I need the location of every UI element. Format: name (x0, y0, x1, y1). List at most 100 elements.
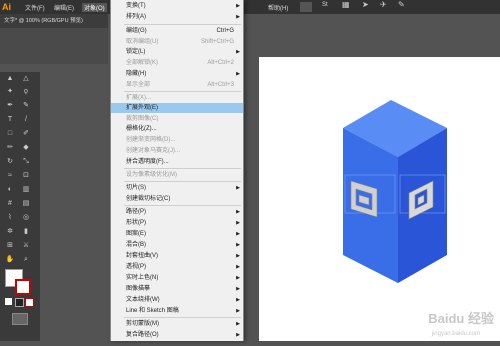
menu-item-text-wrap[interactable]: 文本绕排(W) ▶ (111, 295, 243, 305)
hand-tool-icon[interactable]: ✋ (5, 255, 15, 265)
menu-item-expand-appearance[interactable]: 扩展外观(E) (111, 103, 243, 113)
grid-icon[interactable]: ▦ (342, 0, 352, 10)
menu-item-live-paint[interactable]: 实时上色(N) ▶ (111, 273, 243, 283)
menu-item-rasterize[interactable]: 栅格化(Z)... (111, 124, 243, 134)
menu-item-show-all[interactable]: 显示全部 Alt+Ctrl+3 (111, 80, 243, 90)
gradient-icon[interactable]: ▤ (21, 199, 31, 209)
slice-icon[interactable]: ⚔ (21, 241, 31, 251)
submenu-arrow-icon: ▶ (236, 321, 240, 327)
magic-wand-icon[interactable]: ✦ (5, 87, 15, 97)
menu-item-crop-image[interactable]: 裁剪图像(C) (111, 114, 243, 124)
menu-object[interactable]: 对象(O) (82, 3, 107, 12)
shape-builder-icon[interactable]: ◐ (5, 185, 15, 195)
menu-item-perspective[interactable]: 透视(P) ▶ (111, 262, 243, 272)
st-icon[interactable]: St (322, 2, 336, 12)
menu-separator (124, 91, 241, 92)
app-logo: Ai (2, 2, 11, 12)
scale-icon[interactable]: ⤡ (21, 157, 31, 167)
menu-item-pattern[interactable]: 图案(E) ▶ (111, 229, 243, 239)
graph-icon[interactable]: ▮ (21, 227, 31, 237)
symbol-sprayer-icon[interactable]: ✲ (5, 227, 15, 237)
lasso-icon[interactable]: ϙ (21, 87, 31, 97)
menu-separator (124, 181, 241, 182)
submenu-arrow-icon: ▶ (236, 220, 240, 226)
type-tool-icon[interactable]: T (5, 115, 15, 125)
menu-item-trim-marks[interactable]: 创建裁切标记(C) (111, 194, 243, 204)
submenu-arrow-icon: ▶ (236, 264, 240, 270)
submenu-arrow-icon: ▶ (236, 3, 240, 9)
menu-item-envelope-distort[interactable]: 封套扭曲(V) ▶ (111, 251, 243, 261)
artboard (259, 57, 500, 341)
menu-item-image-trace[interactable]: 图像描摹 ▶ (111, 284, 243, 294)
send-icon[interactable]: ➤ (362, 0, 372, 10)
direct-selection-tool-icon[interactable]: △ (21, 74, 31, 84)
menu-item-ungroup[interactable]: 取消编组(U) Shift+Ctrl+G (111, 37, 243, 47)
menu-item-group[interactable]: 编组(G) Ctrl+G (111, 26, 243, 36)
menu-separator (124, 205, 241, 206)
artboard-icon[interactable]: ⊞ (5, 241, 15, 251)
submenu-arrow-icon: ▶ (236, 209, 240, 215)
submenu-arrow-icon: ▶ (236, 71, 240, 77)
screen-mode-icon[interactable] (12, 313, 28, 325)
submenu-arrow-icon: ▶ (236, 297, 240, 303)
stroke-swatch[interactable] (15, 279, 31, 295)
rotate-icon[interactable]: ↻ (5, 157, 15, 167)
menu-item-lock[interactable]: 锁定(L) ▶ (111, 47, 243, 57)
blend-icon[interactable]: ◎ (21, 213, 31, 223)
gradient-mode-icon[interactable] (15, 298, 24, 307)
paintbrush-icon[interactable]: ✐ (21, 129, 31, 139)
menu-item-blend[interactable]: 混合(B) ▶ (111, 240, 243, 250)
menu-separator (124, 317, 241, 318)
watermark-url: jingyan.baidu.com (431, 331, 480, 337)
menu-item-compound-path[interactable]: 复合路径(O) ▶ (111, 330, 243, 340)
eraser-icon[interactable]: ◆ (21, 143, 31, 153)
menu-item-object-mosaic[interactable]: 创建对象马赛克(J)... (111, 146, 243, 156)
menu-item-slice[interactable]: 切片(S) ▶ (111, 183, 243, 193)
document-tab[interactable]: 文字* @ 100% (RGB/GPU 预览) (4, 16, 83, 24)
width-tool-icon[interactable]: ≈ (5, 171, 15, 181)
menu-edit[interactable]: 编辑(E) (54, 3, 74, 12)
menu-item-transform[interactable]: 变换(T) ▶ (111, 1, 243, 11)
menu-help[interactable]: 帮助(H) (268, 3, 288, 12)
line-tool-icon[interactable]: / (21, 115, 31, 125)
menu-item-path[interactable]: 路径(P) ▶ (111, 207, 243, 217)
pen-icon[interactable]: ✎ (398, 0, 408, 10)
menu-item-line-sketch[interactable]: Line 和 Sketch 图稿 ▶ (111, 306, 243, 316)
none-mode-icon[interactable] (25, 298, 34, 307)
submenu-arrow-icon: ▶ (236, 242, 240, 248)
curvature-icon[interactable]: ✎ (21, 101, 31, 111)
menu-item-flatten-transparency[interactable]: 拼合透明度(F)... (111, 157, 243, 167)
color-mode-icon[interactable] (5, 298, 12, 305)
zoom-tool-icon[interactable]: ⌕ (21, 255, 31, 265)
menu-item-arrange[interactable]: 排列(A) ▶ (111, 12, 243, 22)
control-bar (0, 28, 108, 64)
shaper-icon[interactable]: ✏ (5, 143, 15, 153)
submenu-arrow-icon: ▶ (236, 231, 240, 237)
menu-separator (124, 24, 241, 25)
menu-bar: Ai 文件(F) 编辑(E) 对象(O) 帮助(H) St ▦ ➤ ✈ ✎ (0, 0, 500, 14)
menu-file[interactable]: 文件(F) (25, 3, 45, 12)
perspective-grid-icon[interactable]: ▥ (21, 185, 31, 195)
rocket-icon[interactable]: ✈ (380, 0, 390, 10)
pen-tool-icon[interactable]: ✒ (5, 101, 15, 111)
menu-item-hide[interactable]: 隐藏(H) ▶ (111, 69, 243, 79)
menu-item-expand[interactable]: 扩展(X)... (111, 93, 243, 103)
menu-item-pixel-perfect[interactable]: 设为像素级优化(M) (111, 170, 243, 180)
submenu-arrow-icon: ▶ (236, 185, 240, 191)
eyedropper-icon[interactable]: ⌇ (5, 213, 15, 223)
menu-item-shape[interactable]: 形状(P) ▶ (111, 218, 243, 228)
selection-tool-icon[interactable]: ▲ (5, 74, 15, 84)
submenu-arrow-icon: ▶ (236, 14, 240, 20)
menu-item-unlock-all[interactable]: 全部解锁(K) Alt+Ctrl+2 (111, 58, 243, 68)
layout-icon[interactable] (300, 2, 312, 12)
menu-item-gradient-mesh[interactable]: 创建渐变网格(D)... (111, 135, 243, 145)
menu-item-clipping-mask[interactable]: 剪切蒙版(M) ▶ (111, 319, 243, 329)
rectangle-tool-icon[interactable]: □ (5, 129, 15, 139)
free-transform-icon[interactable]: ⊡ (21, 171, 31, 181)
submenu-arrow-icon: ▶ (236, 49, 240, 55)
mesh-icon[interactable]: # (5, 199, 15, 209)
tools-panel: ▲ △ ✦ ϙ ✒ ✎ T / □ ✐ ✏ ◆ ↻ ⤡ ≈ ⊡ ◐ ▥ # ▤ … (0, 72, 40, 341)
submenu-arrow-icon: ▶ (236, 286, 240, 292)
watermark-logo: Baidu 经验 (428, 311, 494, 326)
object-menu-dropdown: 变换(T) ▶ 排列(A) ▶ 编组(G) Ctrl+G 取消编组(U) Shift+C… (110, 0, 244, 341)
